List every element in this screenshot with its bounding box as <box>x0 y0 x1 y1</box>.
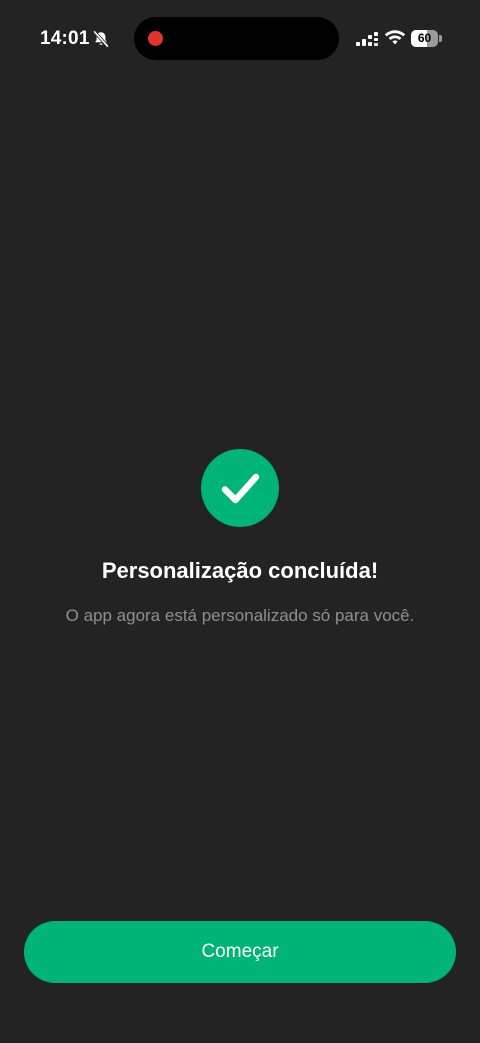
wifi-icon <box>384 30 406 45</box>
battery-cap <box>439 35 442 42</box>
status-time: 14:01 <box>40 28 90 49</box>
signal-icon <box>356 32 378 46</box>
dynamic-island <box>134 17 339 60</box>
completion-subtitle: O app agora está personalizado só para v… <box>65 606 415 625</box>
status-bar: 14:01 60 <box>0 0 480 78</box>
completion-title: Personalização concluída! <box>101 558 379 583</box>
recording-dot-icon <box>148 31 163 46</box>
start-button[interactable]: Começar <box>24 921 456 983</box>
bell-slash-icon <box>93 30 109 48</box>
check-circle-icon <box>201 449 279 527</box>
battery-icon: 60 <box>411 30 438 47</box>
checkmark-icon <box>221 473 260 504</box>
battery-level: 60 <box>417 31 432 45</box>
